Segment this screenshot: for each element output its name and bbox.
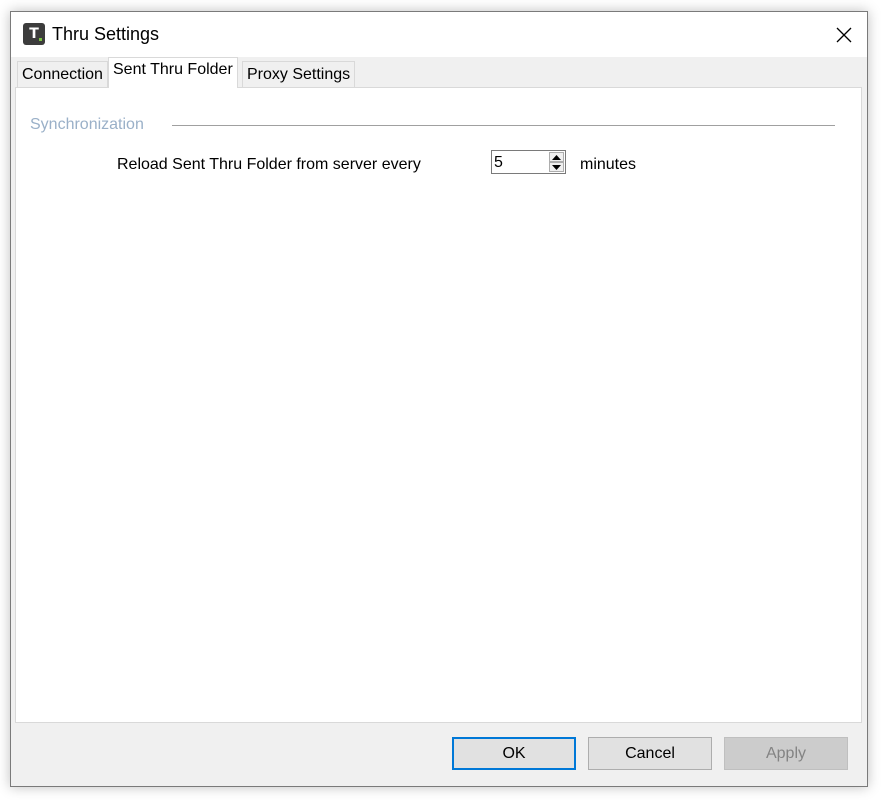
tab-sent-thru-folder[interactable]: Sent Thru Folder xyxy=(108,57,238,88)
reload-interval-value[interactable]: 5 xyxy=(494,154,503,172)
cancel-button[interactable]: Cancel xyxy=(588,737,712,770)
title-bar: T Thru Settings xyxy=(11,12,867,57)
app-icon-letter: T xyxy=(29,26,39,42)
arrow-up-icon xyxy=(552,154,561,160)
settings-dialog: T Thru Settings Connection Sent Thru Fol… xyxy=(10,11,868,787)
arrow-down-icon xyxy=(552,164,561,170)
reload-interval-label: Reload Sent Thru Folder from server ever… xyxy=(117,156,421,173)
app-icon-dot xyxy=(39,38,42,41)
window-title: Thru Settings xyxy=(52,24,160,44)
reload-interval-spinbox[interactable]: 5 xyxy=(491,150,566,174)
ok-button[interactable]: OK xyxy=(452,737,576,770)
close-button[interactable] xyxy=(821,12,867,57)
tab-connection[interactable]: Connection xyxy=(17,61,108,88)
group-divider xyxy=(172,125,835,126)
spin-buttons xyxy=(549,152,564,172)
close-icon xyxy=(836,27,852,42)
apply-button[interactable]: Apply xyxy=(724,737,848,770)
interval-unit-label: minutes xyxy=(580,156,637,173)
tab-proxy-settings[interactable]: Proxy Settings xyxy=(242,61,356,88)
group-label-synchronization: Synchronization xyxy=(30,116,144,133)
spin-up-button[interactable] xyxy=(549,152,564,162)
app-icon: T xyxy=(23,23,45,45)
spin-down-button[interactable] xyxy=(549,162,564,172)
tab-panel-sent-thru-folder: Synchronization Reload Sent Thru Folder … xyxy=(15,87,862,723)
